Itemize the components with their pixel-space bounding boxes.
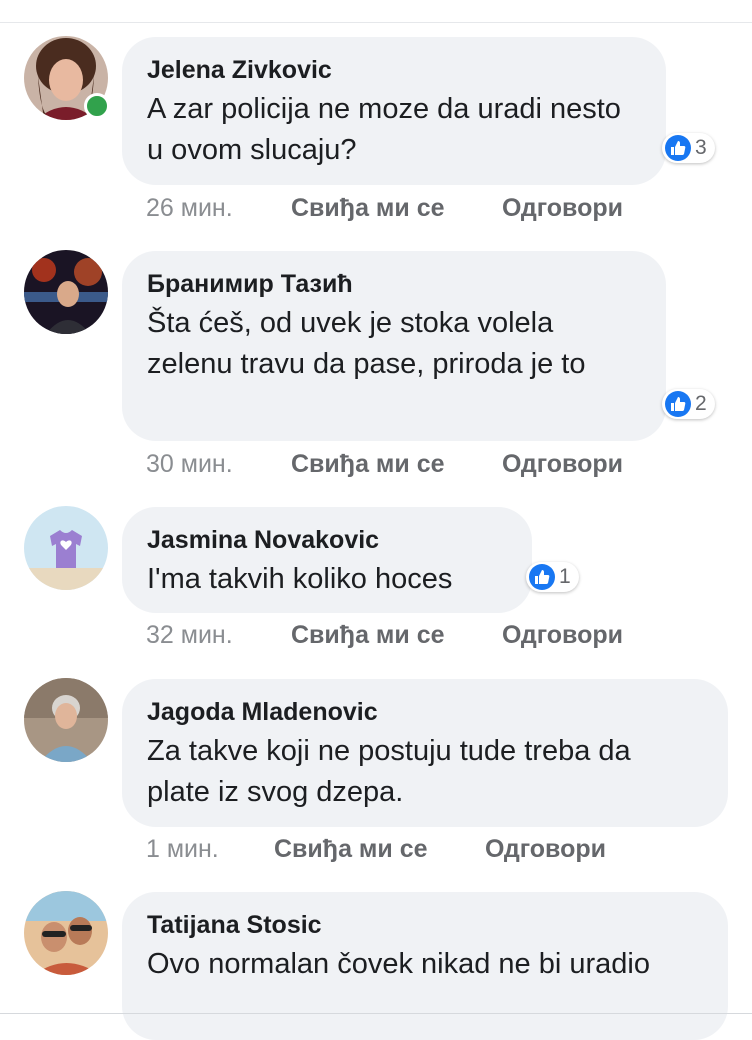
comment-author[interactable]: Jasmina Novakovic: [147, 525, 504, 555]
comment-author[interactable]: Бранимир Тазић: [147, 269, 638, 299]
reaction-count: 2: [695, 392, 707, 415]
comment-bubble: Бранимир Тазић Šta ćeš, od uvek je stoka…: [122, 251, 666, 441]
reaction-count: 3: [695, 136, 707, 159]
reply-button[interactable]: Одговори: [485, 835, 606, 864]
top-divider: [0, 22, 752, 23]
like-button[interactable]: Свиђа ми се: [274, 835, 428, 864]
reply-button[interactable]: Одговори: [502, 621, 623, 650]
avatar[interactable]: [24, 250, 108, 334]
avatar[interactable]: [24, 506, 108, 590]
like-button[interactable]: Свиђа ми се: [291, 621, 445, 650]
thumbs-up-icon: [665, 135, 691, 161]
reply-button[interactable]: Одговори: [502, 194, 623, 223]
like-button[interactable]: Свиђа ми се: [291, 450, 445, 479]
reaction-count-badge[interactable]: 3: [662, 133, 715, 163]
bottom-divider: [0, 1013, 752, 1014]
comment-bubble: Jagoda Mladenovic Za takve koji ne postu…: [122, 679, 728, 827]
thumbs-up-icon: [529, 564, 555, 590]
thumbs-up-icon: [665, 391, 691, 417]
reply-button[interactable]: Одговори: [502, 450, 623, 479]
comment-author[interactable]: Jelena Zivkovic: [147, 55, 638, 85]
comment-text: I'ma takvih koliko hoces: [147, 563, 453, 595]
comment-author[interactable]: Tatijana Stosic: [147, 910, 700, 940]
online-status-indicator: [84, 93, 110, 119]
comment-bubble: Tatijana Stosic Ovo normalan čovek nikad…: [122, 892, 728, 1040]
reaction-count-badge[interactable]: 1: [526, 562, 579, 592]
avatar[interactable]: [24, 678, 108, 762]
comment-timestamp[interactable]: 26 мин.: [146, 194, 233, 223]
like-button[interactable]: Свиђа ми се: [291, 194, 445, 223]
reaction-count: 1: [559, 565, 571, 588]
comment-author[interactable]: Jagoda Mladenovic: [147, 697, 700, 727]
comment-text: Ovo normalan čovek nikad ne bi uradio: [147, 948, 650, 980]
comment-timestamp[interactable]: 30 мин.: [146, 450, 233, 479]
comment-text: Za takve koji ne postuju tude treba da p…: [147, 735, 631, 808]
comment-bubble: Jasmina Novakovic I'ma takvih koliko hoc…: [122, 507, 532, 613]
comment-bubble: Jelena Zivkovic A zar policija ne moze d…: [122, 37, 666, 185]
avatar[interactable]: [24, 891, 108, 975]
comment-timestamp[interactable]: 32 мин.: [146, 621, 233, 650]
comment-text: A zar policija ne moze da uradi nesto u …: [147, 93, 621, 166]
reaction-count-badge[interactable]: 2: [662, 389, 715, 419]
comment-text: Šta ćeš, od uvek je stoka volela zelenu …: [147, 307, 586, 380]
comment-timestamp[interactable]: 1 мин.: [146, 835, 219, 864]
